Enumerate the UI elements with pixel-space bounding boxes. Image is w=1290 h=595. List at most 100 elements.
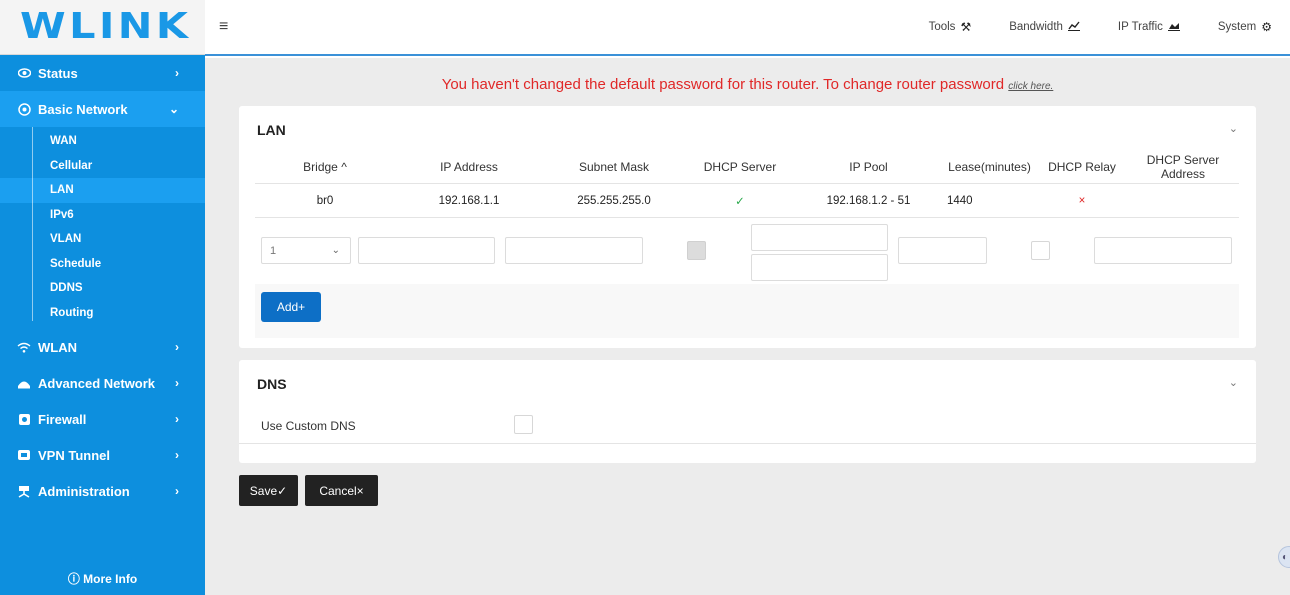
sidebar-item-label: Status (38, 65, 78, 81)
lan-card: LAN ⌄ Bridge ^ IP Address Subnet Mask DH… (239, 106, 1256, 348)
wlink-logo: WLINK (20, 6, 192, 47)
dhcp-server-checkbox[interactable] (687, 241, 706, 260)
logo-area: WLINK (0, 0, 205, 55)
sidebar-item-wlan[interactable]: WLAN › (0, 329, 205, 365)
top-link-label: Bandwidth (1009, 21, 1063, 33)
ip-pool-start-input[interactable] (751, 224, 888, 251)
ip-pool-end-input[interactable] (751, 254, 888, 281)
table-row[interactable]: br0 192.168.1.1 255.255.255.0 ✓ 192.168.… (255, 184, 1239, 218)
column-header-ip-address: IP Address (440, 160, 498, 174)
top-link-system[interactable]: System ⚙ (1218, 20, 1272, 34)
dns-custom-row: Use Custom DNS (239, 410, 1256, 444)
sidebar-item-vpn-tunnel[interactable]: VPN Tunnel › (0, 437, 205, 473)
column-header-ip-pool: IP Pool (849, 160, 888, 174)
chevron-down-icon[interactable]: ⌄ (1229, 122, 1238, 135)
more-info-label: More Info (83, 572, 138, 586)
eye-icon (14, 68, 34, 78)
sidebar-subitem-schedule[interactable]: Schedule (0, 252, 205, 277)
check-icon: ✓ (735, 195, 745, 208)
top-bar: ≡ Tools ⚒ Bandwidth IP Traffic System ⚙ (205, 0, 1290, 56)
chevron-down-icon: ⌄ (331, 245, 340, 256)
basic-network-submenu: WAN Cellular LAN IPv6 VLAN Schedule DDNS… (0, 127, 205, 329)
sidebar-item-label: VPN Tunnel (38, 447, 110, 463)
vpn-icon (14, 449, 34, 461)
sidebar-item-label: Administration (38, 483, 130, 499)
chevron-right-icon: › (175, 376, 179, 390)
top-link-tools[interactable]: Tools ⚒ (929, 20, 972, 34)
column-header-lease: Lease(minutes) (948, 160, 1031, 174)
sidebar-subitem-cellular[interactable]: Cellular (0, 154, 205, 179)
bridge-select-value: 1 (270, 244, 277, 257)
help-bubble-icon[interactable]: ◐ (1278, 546, 1290, 568)
chevron-down-icon[interactable]: ⌄ (1229, 376, 1238, 389)
column-header-dhcp-server: DHCP Server (703, 160, 777, 174)
ip-address-input[interactable] (358, 237, 495, 264)
top-link-bandwidth[interactable]: Bandwidth (1009, 20, 1080, 34)
default-password-warning: You haven't changed the default password… (205, 76, 1290, 93)
dns-card: DNS ⌄ Use Custom DNS (239, 360, 1256, 463)
sidebar-item-administration[interactable]: Administration › (0, 473, 205, 509)
cell-ip-pool: 192.168.1.2 - 51 (826, 194, 911, 207)
admin-icon (14, 485, 34, 498)
cell-lease: 1440 (947, 194, 973, 207)
warning-text: You haven't changed the default password… (441, 76, 1005, 93)
chart-area-icon (1167, 20, 1180, 34)
bridge-select[interactable]: 1 ⌄ (261, 237, 351, 264)
sidebar-subitem-routing[interactable]: Routing (0, 301, 205, 326)
sidebar-item-label: Basic Network (38, 101, 128, 117)
sidebar-subitem-wan[interactable]: WAN (0, 129, 205, 154)
lan-table: Bridge ^ IP Address Subnet Mask DHCP Ser… (255, 151, 1239, 218)
dhcp-relay-checkbox[interactable] (1031, 241, 1050, 260)
router-icon (14, 377, 34, 389)
sidebar: WLINK Status › Basic Network ⌄ WAN Cellu… (0, 0, 205, 595)
sidebar-subitem-vlan[interactable]: VLAN (0, 227, 205, 252)
add-button[interactable]: Add+ (261, 292, 321, 322)
info-icon: ⓘ (67, 572, 80, 586)
chevron-right-icon: › (175, 412, 179, 426)
sidebar-item-firewall[interactable]: Firewall › (0, 401, 205, 437)
column-header-bridge[interactable]: Bridge ^ (255, 160, 395, 174)
column-header-dhcp-relay: DHCP Relay (1048, 160, 1116, 174)
top-links: Tools ⚒ Bandwidth IP Traffic System ⚙ (929, 20, 1272, 34)
change-password-link[interactable]: click here. (1008, 81, 1053, 92)
chevron-right-icon: › (175, 66, 179, 80)
sidebar-item-status[interactable]: Status › (0, 55, 205, 91)
tools-icon: ⚒ (960, 20, 972, 34)
lan-card-title: LAN (257, 122, 286, 138)
use-custom-dns-checkbox[interactable] (514, 415, 533, 434)
column-header-subnet-mask: Subnet Mask (578, 160, 650, 174)
firewall-icon (14, 413, 34, 426)
chevron-right-icon: › (175, 448, 179, 462)
new-lan-row: 1 ⌄ (255, 224, 1239, 284)
chevron-right-icon: › (175, 484, 179, 498)
dns-card-title: DNS (257, 376, 287, 392)
chevron-right-icon: › (175, 340, 179, 354)
chart-line-icon (1067, 20, 1080, 34)
sidebar-subitem-ipv6[interactable]: IPv6 (0, 203, 205, 228)
top-link-label: Tools (928, 21, 956, 33)
sidebar-subitem-ddns[interactable]: DDNS (0, 276, 205, 301)
sidebar-item-label: Firewall (38, 411, 87, 427)
cell-ip-address: 192.168.1.1 (438, 194, 500, 207)
sidebar-item-label: Advanced Network (38, 375, 156, 391)
main-content: You haven't changed the default password… (205, 58, 1290, 595)
cell-subnet-mask: 255.255.255.0 (577, 194, 651, 207)
top-link-label: IP Traffic (1117, 21, 1163, 33)
globe-icon (14, 102, 34, 116)
top-link-ip-traffic[interactable]: IP Traffic (1118, 20, 1180, 34)
sidebar-item-basic-network[interactable]: Basic Network ⌄ (0, 91, 205, 127)
dhcp-server-address-input[interactable] (1094, 237, 1232, 264)
use-custom-dns-label: Use Custom DNS (261, 419, 356, 433)
column-header-dhcp-server-address: DHCP Server Address (1146, 153, 1220, 181)
sidebar-item-label: WLAN (38, 339, 77, 355)
chevron-down-icon: ⌄ (168, 102, 179, 116)
sidebar-subitem-lan[interactable]: LAN (0, 178, 205, 203)
sidebar-item-advanced-network[interactable]: Advanced Network › (0, 365, 205, 401)
more-info-link[interactable]: ⓘ More Info (0, 570, 205, 587)
lease-input[interactable] (898, 237, 987, 264)
subnet-mask-input[interactable] (505, 237, 643, 264)
save-button[interactable]: Save✓ (239, 475, 298, 506)
top-link-label: System (1217, 21, 1257, 33)
hamburger-icon[interactable]: ≡ (219, 18, 228, 36)
cancel-button[interactable]: Cancel× (305, 475, 378, 506)
